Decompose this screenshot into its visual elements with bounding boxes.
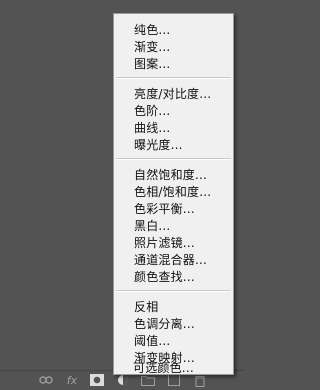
menu-item-threshold[interactable]: 阈值... — [134, 333, 170, 349]
menu-separator — [116, 290, 231, 292]
menu-item-channel-mixer[interactable]: 通道混合器... — [134, 252, 207, 268]
layer-mask-icon[interactable] — [89, 373, 105, 387]
menu-item-photo-filter[interactable]: 照片滤镜... — [134, 235, 195, 251]
trash-icon[interactable] — [192, 373, 208, 387]
new-layer-icon[interactable] — [166, 373, 182, 387]
menu-item-gradient[interactable]: 渐变... — [134, 39, 170, 55]
menu-item-invert[interactable]: 反相 — [134, 299, 158, 315]
menu-item-hue-saturation[interactable]: 色相/饱和度... — [134, 184, 211, 200]
menu-separator — [116, 77, 231, 79]
menu-separator — [116, 158, 231, 160]
menu-item-black-white[interactable]: 黑白... — [134, 218, 170, 234]
adjustment-layer-icon[interactable] — [115, 373, 131, 387]
link-icon[interactable] — [38, 373, 54, 387]
menu-item-pattern[interactable]: 图案... — [134, 56, 170, 72]
menu-item-exposure[interactable]: 曝光度... — [134, 137, 183, 153]
menu-item-brightness-contrast[interactable]: 亮度/对比度... — [134, 86, 211, 102]
adjustment-layer-menu: 纯色... 渐变... 图案... 亮度/对比度... 色阶... 曲线... … — [113, 13, 234, 375]
menu-item-curves[interactable]: 曲线... — [134, 120, 170, 136]
menu-item-levels[interactable]: 色阶... — [134, 103, 170, 119]
group-folder-icon[interactable] — [140, 373, 156, 387]
menu-item-color-lookup[interactable]: 颜色查找... — [134, 269, 195, 285]
menu-item-posterize[interactable]: 色调分离... — [134, 316, 195, 332]
fx-icon[interactable]: fx — [64, 373, 80, 387]
menu-item-vibrance[interactable]: 自然饱和度... — [134, 167, 207, 183]
menu-item-solid-color[interactable]: 纯色... — [134, 22, 170, 38]
menu-item-color-balance[interactable]: 色彩平衡... — [134, 201, 195, 217]
menu-item-selective-color[interactable]: 可选颜色... — [133, 361, 194, 375]
